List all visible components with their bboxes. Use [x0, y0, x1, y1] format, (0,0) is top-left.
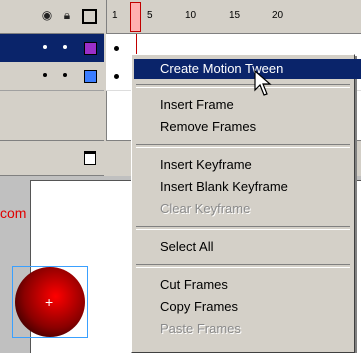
frame-ruler[interactable]: 1 5 10 15 20 [106, 0, 361, 34]
stage-text[interactable]: com [0, 205, 26, 221]
menu-item-select-all[interactable]: Select All [134, 237, 361, 257]
eye-icon[interactable]: ◉ [40, 8, 54, 22]
ruler-tick-label: 5 [147, 10, 153, 21]
lock-dot[interactable] [63, 45, 67, 49]
menu-item-paste-frames: Paste Frames [160, 321, 241, 336]
menu-item-copy-frames[interactable]: Copy Frames [134, 297, 361, 317]
registration-point-icon: + [45, 294, 54, 310]
menu-item-insert-blank-keyframe[interactable]: Insert Blank Keyframe [134, 177, 361, 197]
menu-separator [136, 144, 350, 148]
keyframe-marker[interactable] [114, 46, 119, 51]
trash-icon[interactable] [84, 151, 96, 165]
menu-separator [136, 264, 350, 268]
ruler-tick-label: 20 [272, 10, 284, 21]
menu-item-cut-frames[interactable]: Cut Frames [134, 275, 361, 295]
lock-dot[interactable] [63, 73, 67, 77]
menu-item-remove-frames[interactable]: Remove Frames [134, 117, 361, 137]
layer-outline-color-swatch[interactable] [84, 42, 97, 55]
ruler-tick-label: 10 [185, 10, 197, 21]
menu-item-insert-frame[interactable]: Insert Frame [134, 95, 361, 115]
visibility-dot[interactable] [43, 45, 47, 49]
ruler-tick-label: 1 [112, 10, 118, 21]
layer-panel: ◉ 🔒︎ [0, 0, 104, 176]
menu-item-clear-keyframe: Clear Keyframe [160, 201, 251, 216]
menu-item-create-motion-tween[interactable]: Create Motion Tween [134, 59, 361, 79]
context-menu: Create Motion Tween Insert Frame Remove … [131, 54, 361, 353]
visibility-dot[interactable] [43, 73, 47, 77]
menu-separator [136, 226, 350, 230]
playhead[interactable] [130, 2, 141, 32]
mouse-cursor-icon [254, 70, 272, 96]
outline-icon[interactable] [82, 9, 97, 24]
ruler-tick-label: 15 [229, 10, 241, 21]
layer-header: ◉ 🔒︎ [0, 0, 104, 34]
layer-row[interactable] [0, 62, 104, 91]
layer-outline-color-swatch[interactable] [84, 70, 97, 83]
menu-separator [136, 84, 350, 88]
keyframe-marker[interactable] [114, 74, 119, 79]
layer-row-selected[interactable] [0, 34, 104, 62]
layer-footer [0, 140, 104, 176]
lock-icon[interactable]: 🔒︎ [60, 8, 74, 22]
menu-item-insert-keyframe[interactable]: Insert Keyframe [134, 155, 361, 175]
